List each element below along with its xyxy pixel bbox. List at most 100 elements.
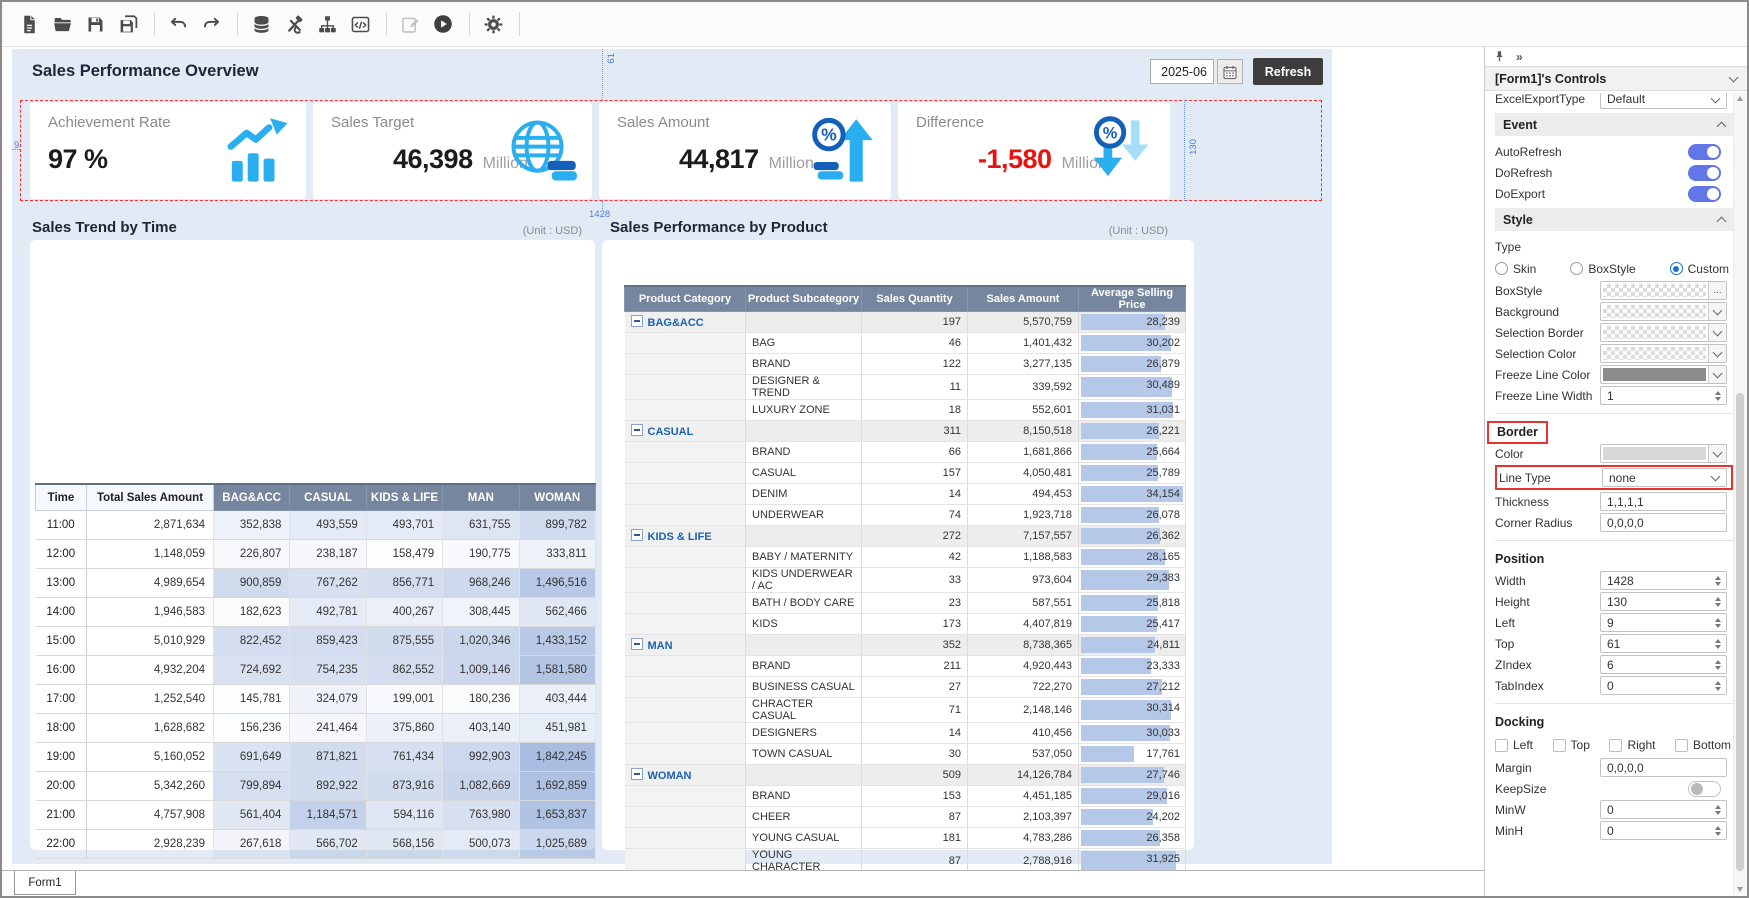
toggle-doexport[interactable] xyxy=(1688,186,1721,202)
spin-down-icon[interactable] xyxy=(1715,666,1721,670)
spin-up-icon[interactable] xyxy=(1715,805,1721,809)
radio-icon[interactable] xyxy=(1670,262,1683,275)
radio-option-skin[interactable]: Skin xyxy=(1495,262,1536,276)
spin-up-icon[interactable] xyxy=(1715,618,1721,622)
collapse-group-icon[interactable] xyxy=(631,638,643,650)
build-tools-button[interactable] xyxy=(279,9,309,39)
toggle-dorefresh[interactable] xyxy=(1688,165,1721,181)
spinner-buttons[interactable] xyxy=(1710,660,1726,670)
refresh-button[interactable]: Refresh xyxy=(1253,58,1323,85)
spinner-minw[interactable]: 0 xyxy=(1600,800,1727,819)
save-button[interactable] xyxy=(80,9,110,39)
spin-down-icon[interactable] xyxy=(1715,687,1721,691)
spin-up-icon[interactable] xyxy=(1715,391,1721,395)
spin-down-icon[interactable] xyxy=(1715,645,1721,649)
undo-button[interactable] xyxy=(163,9,193,39)
input-thickness[interactable]: 1,1,1,1 xyxy=(1600,492,1727,511)
dropdown-button[interactable] xyxy=(1708,345,1726,362)
run-button[interactable] xyxy=(428,9,458,39)
swatch-control-boxstyle[interactable]: ... xyxy=(1600,281,1727,300)
spin-up-icon[interactable] xyxy=(1715,826,1721,830)
checkbox-icon[interactable] xyxy=(1609,739,1622,752)
spinner-left[interactable]: 9 xyxy=(1600,613,1727,632)
spinner-top[interactable]: 61 xyxy=(1600,634,1727,653)
dropdown-button[interactable] xyxy=(1708,303,1726,320)
redo-button[interactable] xyxy=(196,9,226,39)
panel-scrollbar[interactable] xyxy=(1733,93,1746,895)
database-button[interactable] xyxy=(246,9,276,39)
collapse-group-icon[interactable] xyxy=(631,768,643,780)
spinner-buttons[interactable] xyxy=(1710,826,1726,836)
controls-header[interactable]: [Form1]'s Controls xyxy=(1485,66,1747,91)
kpi-card-difference[interactable]: Difference -1,580Million % xyxy=(898,102,1170,199)
spin-up-icon[interactable] xyxy=(1715,597,1721,601)
spin-down-icon[interactable] xyxy=(1715,624,1721,628)
kpi-card-sales-target[interactable]: Sales Target 46,398Million xyxy=(313,102,592,199)
calendar-button[interactable] xyxy=(1217,59,1243,84)
kpi-card-sales-amount[interactable]: Sales Amount 44,817Million % xyxy=(599,102,891,199)
pin-icon[interactable] xyxy=(1493,50,1506,63)
spin-down-icon[interactable] xyxy=(1715,603,1721,607)
checkbox-icon[interactable] xyxy=(1495,739,1508,752)
collapse-group-icon[interactable] xyxy=(631,424,643,436)
section-event[interactable]: Event xyxy=(1495,113,1733,136)
toggle-keepsize[interactable] xyxy=(1688,781,1721,797)
hierarchy-button[interactable] xyxy=(312,9,342,39)
spinner-minh[interactable]: 0 xyxy=(1600,821,1727,840)
edit-button[interactable] xyxy=(395,9,425,39)
spinner-buttons[interactable] xyxy=(1710,391,1726,401)
spinner-buttons[interactable] xyxy=(1710,639,1726,649)
settings-button[interactable] xyxy=(478,9,508,39)
dropdown-line-type[interactable]: none xyxy=(1602,468,1727,487)
spin-up-icon[interactable] xyxy=(1715,639,1721,643)
spin-down-icon[interactable] xyxy=(1715,832,1721,836)
checkbox-icon[interactable] xyxy=(1553,739,1566,752)
spinner-buttons[interactable] xyxy=(1710,576,1726,586)
spinner-buttons[interactable] xyxy=(1710,597,1726,607)
dropdown-excelexporttype[interactable]: Default xyxy=(1600,93,1727,109)
collapse-group-icon[interactable] xyxy=(631,315,643,327)
checkbox-icon[interactable] xyxy=(1675,739,1688,752)
spinner-buttons[interactable] xyxy=(1710,805,1726,815)
save-all-button[interactable] xyxy=(113,9,143,39)
dropdown-button[interactable] xyxy=(1708,366,1726,383)
spinner-zindex[interactable]: 6 xyxy=(1600,655,1727,674)
spin-down-icon[interactable] xyxy=(1715,397,1721,401)
dropdown-button[interactable] xyxy=(1708,445,1726,462)
input-corner-radius[interactable]: 0,0,0,0 xyxy=(1600,513,1727,532)
radio-icon[interactable] xyxy=(1570,262,1583,275)
spinner-buttons[interactable] xyxy=(1710,681,1726,691)
swatch-control-background[interactable] xyxy=(1600,302,1727,321)
open-folder-button[interactable] xyxy=(47,9,77,39)
new-file-button[interactable] xyxy=(14,9,44,39)
checkbox-option-top[interactable]: Top xyxy=(1553,738,1590,752)
dropdown-button[interactable] xyxy=(1708,324,1726,341)
scrollbar-thumb[interactable] xyxy=(1736,393,1744,871)
toggle-autorefresh[interactable] xyxy=(1688,144,1721,160)
checkbox-option-right[interactable]: Right xyxy=(1609,738,1655,752)
spin-down-icon[interactable] xyxy=(1715,582,1721,586)
radio-icon[interactable] xyxy=(1495,262,1508,275)
tab-form1[interactable]: Form1 xyxy=(14,871,76,895)
scroll-up-icon[interactable] xyxy=(1737,96,1743,101)
spinner-tabindex[interactable]: 0 xyxy=(1600,676,1727,695)
date-filter-input[interactable] xyxy=(1150,59,1214,84)
spinner-height[interactable]: 130 xyxy=(1600,592,1727,611)
code-editor-button[interactable] xyxy=(345,9,375,39)
ellipsis-button[interactable]: ... xyxy=(1708,282,1726,299)
spin-up-icon[interactable] xyxy=(1715,681,1721,685)
radio-option-boxstyle[interactable]: BoxStyle xyxy=(1570,262,1635,276)
kpi-card-achievement-rate[interactable]: Achievement Rate 97 % xyxy=(30,102,306,199)
spin-down-icon[interactable] xyxy=(1715,811,1721,815)
checkbox-option-bottom[interactable]: Bottom xyxy=(1675,738,1731,752)
checkbox-option-left[interactable]: Left xyxy=(1495,738,1533,752)
section-style[interactable]: Style xyxy=(1495,208,1733,231)
spinner-freeze-line-width[interactable]: 1 xyxy=(1600,386,1727,405)
swatch-control-freeze-line-color[interactable] xyxy=(1600,365,1727,384)
collapse-panel-icon[interactable]: » xyxy=(1516,50,1523,64)
collapse-group-icon[interactable] xyxy=(631,529,643,541)
spinner-buttons[interactable] xyxy=(1710,618,1726,628)
scroll-down-icon[interactable] xyxy=(1737,887,1743,892)
swatch-control-selection-border[interactable] xyxy=(1600,323,1727,342)
input-margin[interactable]: 0,0,0,0 xyxy=(1600,758,1727,777)
